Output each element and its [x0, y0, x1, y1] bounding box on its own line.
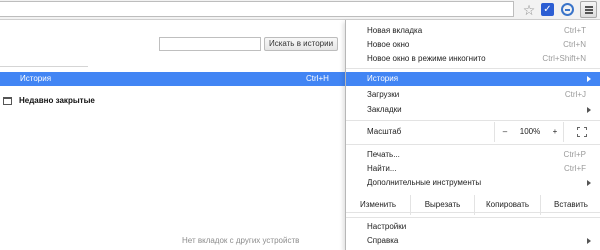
menu-item-label: Новая вкладка: [367, 26, 423, 35]
menu-item-label: История: [367, 74, 399, 83]
submenu-arrow-icon: [587, 76, 591, 82]
submenu-arrow-icon: [587, 180, 591, 186]
menu-item-label: Закладки: [367, 105, 402, 114]
menu-item-shortcut: Ctrl+N: [563, 40, 586, 49]
recently-closed-heading[interactable]: Недавно закрытые: [19, 96, 95, 106]
menu-separator: [346, 217, 600, 218]
zoom-in-button[interactable]: +: [545, 122, 565, 142]
edit-label: Изменить: [359, 200, 397, 209]
menu-item-label: Найти...: [367, 164, 397, 173]
zoom-out-button[interactable]: –: [495, 122, 515, 142]
cut-button[interactable]: Вырезать: [410, 195, 474, 215]
menu-item-label: Загрузки: [367, 90, 400, 99]
submenu-arrow-icon: [587, 238, 591, 244]
history-search-input[interactable]: [159, 37, 261, 51]
menu-item-incognito[interactable]: Новое окно в режиме инкогнито Ctrl+Shift…: [346, 52, 600, 66]
browser-toolbar: ☆ ✓: [0, 0, 600, 20]
zoom-controls: – 100% +: [494, 122, 564, 142]
history-row-shortcut: Ctrl+H: [306, 74, 329, 83]
menu-item-label: Настройки: [367, 222, 407, 231]
edit-row: Изменить Вырезать Копировать Вставить: [346, 195, 600, 215]
menu-separator: [346, 68, 600, 69]
zoom-row: Масштаб – 100% +: [346, 122, 600, 142]
history-row-label: История: [20, 74, 52, 83]
star-icon[interactable]: ☆: [521, 2, 537, 18]
copy-button[interactable]: Копировать: [474, 195, 540, 215]
menu-separator: [346, 120, 600, 121]
no-other-devices-text: Нет вкладок с других устройств: [182, 236, 300, 245]
chrome-menu: Новая вкладка Ctrl+T Новое окно Ctrl+N Н…: [345, 20, 600, 250]
menu-item-find[interactable]: Найти... Ctrl+F: [346, 162, 600, 176]
menu-item-label: Новое окно в режиме инкогнито: [367, 54, 486, 63]
menu-item-downloads[interactable]: Загрузки Ctrl+J: [346, 88, 600, 102]
zoom-label: Масштаб: [367, 127, 402, 136]
history-menu-row[interactable]: История Ctrl+H: [0, 72, 345, 86]
menu-item-shortcut: Ctrl+T: [564, 26, 586, 35]
menu-item-shortcut: Ctrl+F: [564, 164, 586, 173]
check-icon[interactable]: ✓: [541, 3, 554, 16]
menu-item-print[interactable]: Печать... Ctrl+P: [346, 148, 600, 162]
menu-item-bookmarks[interactable]: Закладки: [346, 103, 600, 117]
hamburger-menu-icon[interactable]: [580, 1, 597, 18]
menu-item-shortcut: Ctrl+Shift+N: [542, 54, 586, 63]
zoom-level: 100%: [519, 127, 541, 136]
window-icon: [3, 97, 12, 105]
menu-item-shortcut: Ctrl+P: [563, 150, 586, 159]
menu-item-label: Новое окно: [367, 40, 410, 49]
sync-icon[interactable]: [561, 3, 574, 16]
address-bar[interactable]: [0, 1, 514, 17]
menu-item-shortcut: Ctrl+J: [564, 90, 586, 99]
menu-item-history[interactable]: История: [346, 72, 600, 86]
menu-item-label: Справка: [367, 236, 399, 245]
menu-item-settings[interactable]: Настройки: [346, 220, 600, 234]
menu-item-more-tools[interactable]: Дополнительные инструменты: [346, 176, 600, 190]
fullscreen-icon[interactable]: [577, 127, 587, 137]
menu-item-new-tab[interactable]: Новая вкладка Ctrl+T: [346, 24, 600, 38]
divider: [0, 66, 88, 67]
paste-button[interactable]: Вставить: [540, 195, 600, 215]
menu-item-help[interactable]: Справка: [346, 234, 600, 248]
menu-item-label: Дополнительные инструменты: [367, 178, 482, 187]
menu-item-label: Печать...: [367, 150, 400, 159]
menu-item-new-window[interactable]: Новое окно Ctrl+N: [346, 38, 600, 52]
search-history-button[interactable]: Искать в истории: [264, 37, 338, 51]
menu-separator: [346, 144, 600, 145]
submenu-arrow-icon: [587, 107, 591, 113]
